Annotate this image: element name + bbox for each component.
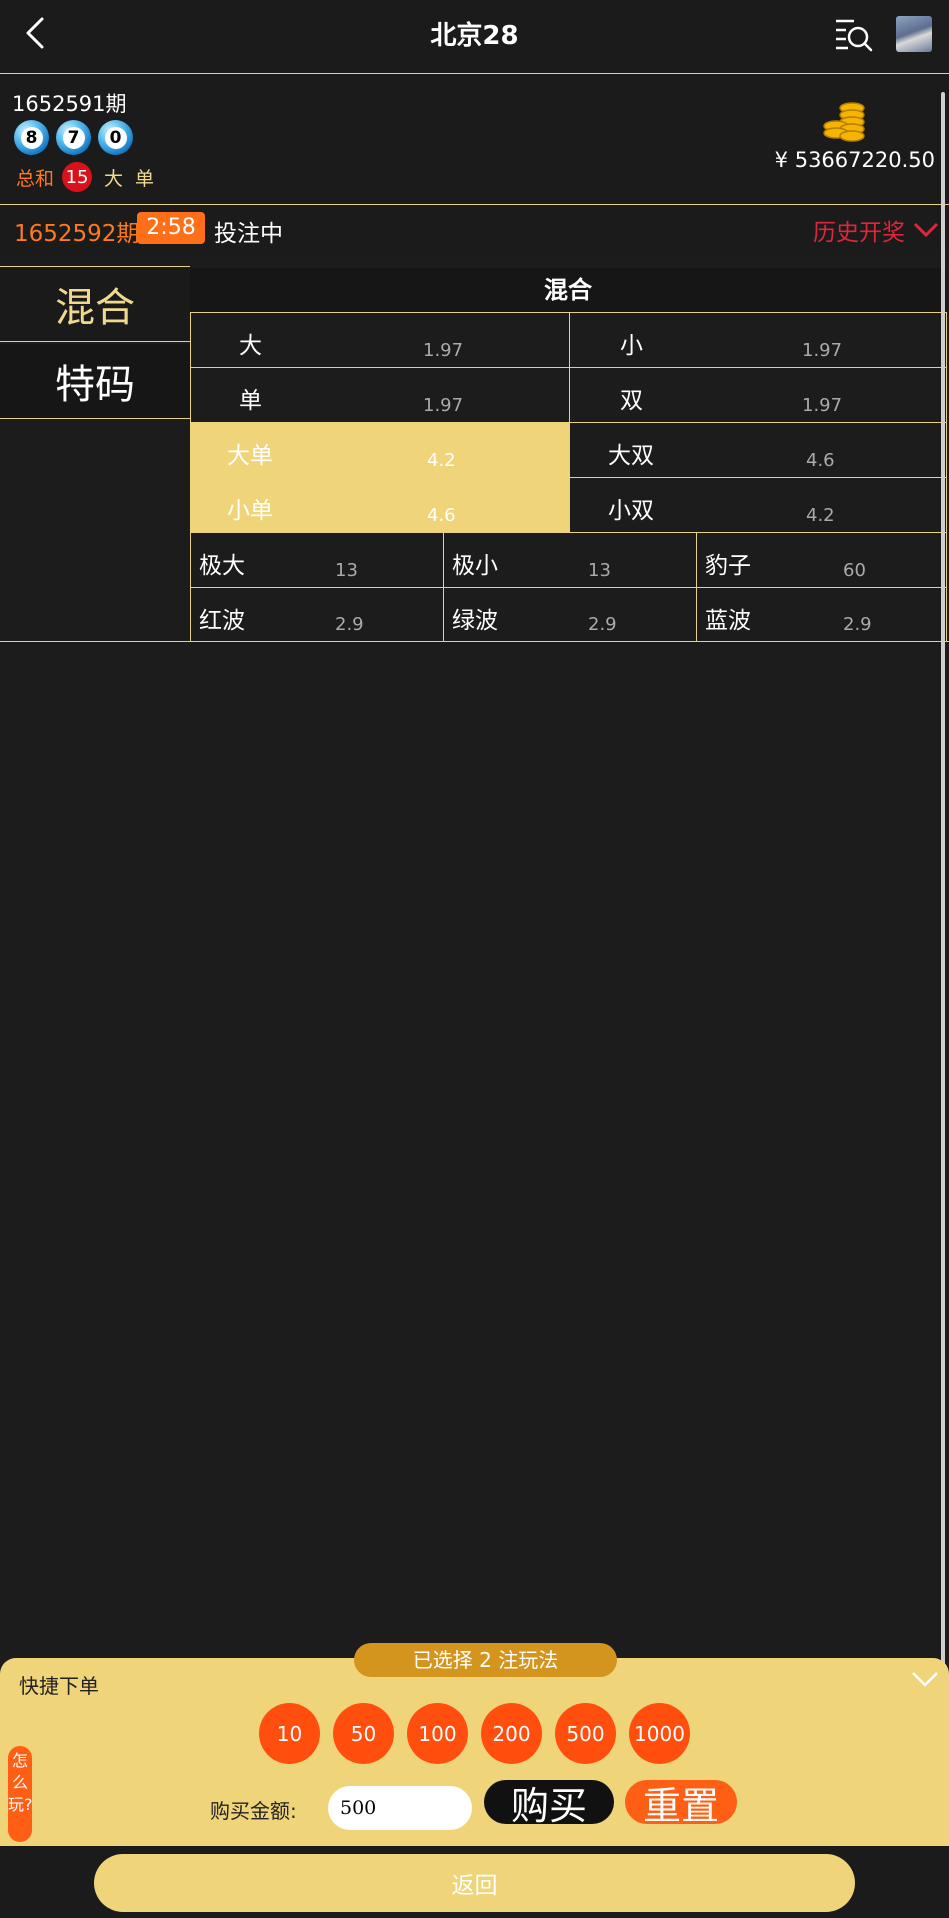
result-ball: 8 [14, 120, 49, 155]
option-name: 蓝波 [705, 608, 751, 634]
bet-option-blue-wave[interactable]: 蓝波 2.9 [696, 587, 947, 642]
option-odds: 4.6 [806, 450, 835, 471]
option-name: 小单 [227, 498, 273, 524]
option-name: 红波 [199, 608, 245, 634]
chip-50[interactable]: 50 [333, 1703, 394, 1764]
current-issue-number: 1652592期 [14, 221, 140, 247]
option-name: 大双 [608, 443, 654, 469]
chip-100[interactable]: 100 [407, 1703, 468, 1764]
option-odds: 1.97 [802, 340, 843, 361]
chip-200[interactable]: 200 [481, 1703, 542, 1764]
result-ball: 7 [56, 120, 91, 155]
sum-label: 总和 [16, 167, 55, 190]
option-name: 双 [620, 388, 643, 414]
option-name: 小 [620, 333, 643, 359]
account-balance: ¥ 53667220.50 [774, 148, 935, 172]
bet-option-odd[interactable]: 单 1.97 [190, 367, 570, 423]
option-odds: 1.97 [802, 395, 843, 416]
sum-line: 总和 15 大 单 [16, 162, 154, 192]
bet-option-triple[interactable]: 豹子 60 [696, 532, 947, 588]
option-name: 单 [239, 388, 262, 414]
option-name: 绿波 [452, 608, 498, 634]
chevron-down-icon[interactable] [910, 1666, 940, 1692]
bet-option-extreme-small[interactable]: 极小 13 [443, 532, 697, 588]
selected-count-badge: 已选择 2 注玩法 [354, 1643, 617, 1677]
reset-button[interactable]: 重置 [625, 1780, 737, 1828]
betting-status: 投注中 [214, 221, 283, 247]
bet-option-big-even[interactable]: 大双 4.6 [569, 422, 947, 478]
scrollbar[interactable] [941, 92, 945, 1802]
list-search-icon[interactable] [834, 16, 874, 52]
option-odds: 1.97 [423, 340, 464, 361]
option-odds: 1.97 [423, 395, 464, 416]
option-odds: 13 [335, 560, 358, 581]
option-name: 小双 [608, 498, 654, 524]
chevron-down-icon [913, 222, 939, 238]
result-size: 大 [104, 167, 124, 190]
bet-option-green-wave[interactable]: 绿波 2.9 [443, 587, 697, 642]
option-odds: 13 [588, 560, 611, 581]
avatar[interactable] [896, 16, 932, 52]
countdown-timer: 2:58 [137, 212, 205, 244]
last-issue-number: 1652591期 [12, 92, 127, 116]
page-title: 北京28 [430, 21, 519, 51]
quick-bet-panel [0, 1658, 949, 1846]
how-to-play-button[interactable]: 怎么玩? [8, 1746, 33, 1842]
result-parity: 单 [135, 167, 155, 190]
chip-1000[interactable]: 1000 [629, 1703, 690, 1764]
option-odds: 2.9 [843, 614, 872, 635]
bet-option-big-odd[interactable]: 大单 4.2 [190, 422, 570, 478]
coins-icon [822, 100, 868, 144]
option-name: 大 [239, 333, 262, 359]
option-name: 极小 [452, 553, 498, 579]
tab-special-code[interactable]: 特码 [0, 344, 190, 419]
option-odds: 4.2 [427, 450, 456, 471]
tab-mixed[interactable]: 混合 [0, 266, 190, 342]
grid-bottom-divider [0, 641, 949, 642]
bet-option-small-odd[interactable]: 小单 4.6 [190, 477, 570, 533]
bet-option-even[interactable]: 双 1.97 [569, 367, 947, 423]
amount-input[interactable] [328, 1786, 472, 1830]
buy-button[interactable]: 购买 [484, 1780, 614, 1828]
bet-option-small[interactable]: 小 1.97 [569, 312, 947, 368]
option-odds: 60 [843, 560, 866, 581]
option-name: 大单 [227, 443, 273, 469]
grid-title: 混合 [190, 268, 946, 312]
option-odds: 2.9 [335, 614, 364, 635]
option-odds: 2.9 [588, 614, 617, 635]
option-name: 豹子 [705, 553, 751, 579]
option-odds: 4.6 [427, 505, 456, 526]
history-draws-toggle[interactable]: 历史开奖 [813, 213, 939, 247]
bet-option-red-wave[interactable]: 红波 2.9 [190, 587, 444, 642]
return-button[interactable]: 返回 [94, 1854, 855, 1912]
chip-500[interactable]: 500 [555, 1703, 616, 1764]
history-label: 历史开奖 [813, 220, 905, 246]
bet-option-extreme-big[interactable]: 极大 13 [190, 532, 444, 588]
result-ball: 0 [98, 120, 133, 155]
bet-option-big[interactable]: 大 1.97 [190, 312, 570, 368]
chip-10[interactable]: 10 [259, 1703, 320, 1764]
sum-ball: 15 [62, 162, 93, 192]
amount-label: 购买金额: [210, 1799, 297, 1823]
bet-option-small-even[interactable]: 小双 4.2 [569, 477, 947, 533]
quick-bet-title: 快捷下单 [19, 1674, 99, 1698]
option-odds: 4.2 [806, 505, 835, 526]
option-name: 极大 [199, 553, 245, 579]
